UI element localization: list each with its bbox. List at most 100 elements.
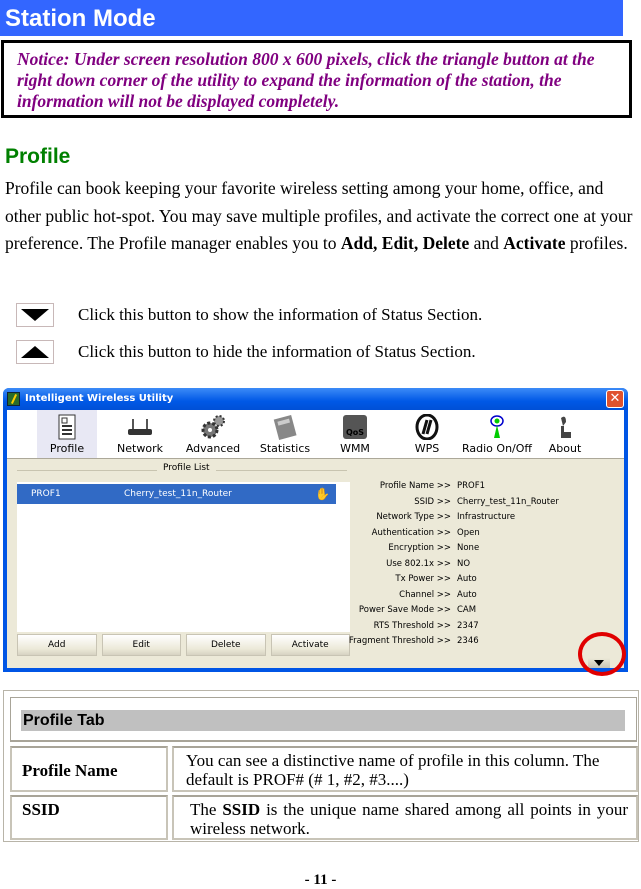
detail-row: Authentication >> Open [357,528,617,544]
utility-window: Intelligent Wireless Utility ✕ Profile N… [3,388,628,672]
wps-icon [414,413,440,441]
cell-text: The [190,800,223,819]
detail-value: None [457,543,480,553]
show-status-text: Click this button to show the informatio… [78,305,483,324]
detail-key: Network Type >> [376,512,451,522]
detail-value: NO [457,558,471,569]
profile-tab-table: Profile Tab Profile Name You can see a d… [3,690,639,842]
hide-status-help: Click this button to hide the informatio… [16,339,476,365]
about-icon [552,414,578,440]
tab-label: Advanced [185,442,241,455]
close-button[interactable]: ✕ [606,390,624,408]
table-value-profile-name: You can see a distinctive name of profil… [172,746,638,792]
detail-value: 2347 [457,620,479,631]
desc-text: and [469,233,504,253]
detail-key: Profile Name >> [379,481,451,491]
tab-profile[interactable]: Profile [37,410,97,458]
tab-label: About [548,442,582,455]
tab-about[interactable]: About [535,410,595,458]
calculator-icon [272,414,298,440]
detail-row: Tx Power >> Auto [357,574,617,590]
detail-value: Auto [457,589,477,600]
hide-status-text: Click this button to hide the informatio… [78,342,476,361]
profile-description: Profile can book keeping your favorite w… [5,175,635,258]
detail-row: SSID >> Cherry_test_11n_Router [357,497,617,513]
tab-label: Profile [49,442,85,455]
tab-label: Radio On/Off [462,442,532,455]
detail-key: RTS Threshold >> [373,620,451,631]
detail-value: Cherry_test_11n_Router [457,496,559,507]
tab-wmm[interactable]: QoS WMM [325,410,385,458]
desc-bold-actions: Add, Edit, Delete [340,233,470,253]
tab-label: WPS [414,442,440,455]
detail-row: Use 802.1x >> NO [357,559,617,575]
delete-button[interactable]: Delete [186,634,266,656]
detail-key: Tx Power >> [395,574,451,584]
profile-panel: Profile List PROF1 Cherry_test_11n_Route… [7,459,624,668]
qos-icon: QoS [342,414,368,440]
table-value-ssid: The SSID is the unique name shared among… [172,795,638,840]
detail-row: Network Type >> Infrastructure [357,512,617,528]
detail-key: Use 802.1x >> [386,558,451,569]
tab-network[interactable]: Network [110,410,170,458]
detail-row: Profile Name >> PROF1 [357,481,617,497]
tab-radio-onoff[interactable]: Radio On/Off [461,410,533,458]
tab-wps[interactable]: WPS [397,410,457,458]
detail-value: Open [457,527,480,538]
triangle-down-icon [21,309,49,321]
detail-key: Power Save Mode >> [358,605,451,615]
tab-statistics[interactable]: Statistics [255,410,315,458]
detail-value: 2346 [457,636,479,646]
add-button[interactable]: Add [17,634,97,656]
detail-value: CAM [457,605,477,615]
window-title: Intelligent Wireless Utility [25,393,174,404]
detail-value: Auto [457,574,477,584]
profile-heading: Profile [5,145,71,168]
detail-row: Power Save Mode >> CAM [357,605,617,621]
detail-key: Encryption >> [388,543,451,553]
tab-advanced[interactable]: Advanced [183,410,243,458]
active-profile-icon: ✋ [315,487,330,501]
show-status-button[interactable] [16,303,54,327]
activate-button[interactable]: Activate [270,634,350,656]
profile-list-group: Profile List [17,463,347,473]
tab-label: WMM [340,442,370,455]
profile-ssid: Cherry_test_11n_Router [124,489,232,499]
cell-bold: SSID [222,800,261,819]
section-title: Station Mode [0,0,623,36]
detail-row: RTS Threshold >> 2347 [357,621,617,637]
detail-key: SSID >> [414,496,451,507]
gears-icon [200,414,226,440]
table-header: Profile Tab [10,697,637,742]
highlight-circle [578,632,626,676]
profile-list[interactable]: PROF1 Cherry_test_11n_Router ✋ [17,482,350,632]
window-titlebar: Intelligent Wireless Utility ✕ [3,388,628,410]
detail-row: Encryption >> None [357,543,617,559]
profile-list-label: Profile List [157,463,216,473]
table-key-ssid: SSID [10,795,168,840]
app-icon [7,392,20,406]
toolbar: Profile Network Advanced Statistics QoS … [7,410,624,459]
page-number: - 11 - [304,872,337,888]
table-title: Profile Tab [21,710,625,731]
detail-row: Channel >> Auto [357,590,617,606]
svg-text:QoS: QoS [346,428,364,437]
tab-label: Network [117,442,163,455]
network-router-icon [127,414,153,440]
profile-icon [54,414,80,440]
tab-label: Statistics [259,442,311,455]
detail-value: Infrastructure [457,512,516,522]
detail-value: PROF1 [457,481,486,491]
detail-key: Authentication >> [371,527,451,538]
detail-key: Channel >> [399,589,451,600]
desc-text: profiles. [565,233,628,253]
edit-button[interactable]: Edit [101,634,181,656]
notice-box: Notice: Under screen resolution 800 x 60… [1,40,632,118]
hide-status-button[interactable] [16,340,54,364]
profile-row[interactable]: PROF1 Cherry_test_11n_Router ✋ [17,484,336,504]
show-status-help: Click this button to show the informatio… [16,302,482,328]
profile-details: Profile Name >> PROF1 SSID >> Cherry_test_… [349,481,617,652]
profile-actions: Add Edit Delete Activate [17,634,350,656]
table-key-profile-name: Profile Name [10,746,168,792]
detail-key: Fragment Threshold >> [348,636,451,646]
